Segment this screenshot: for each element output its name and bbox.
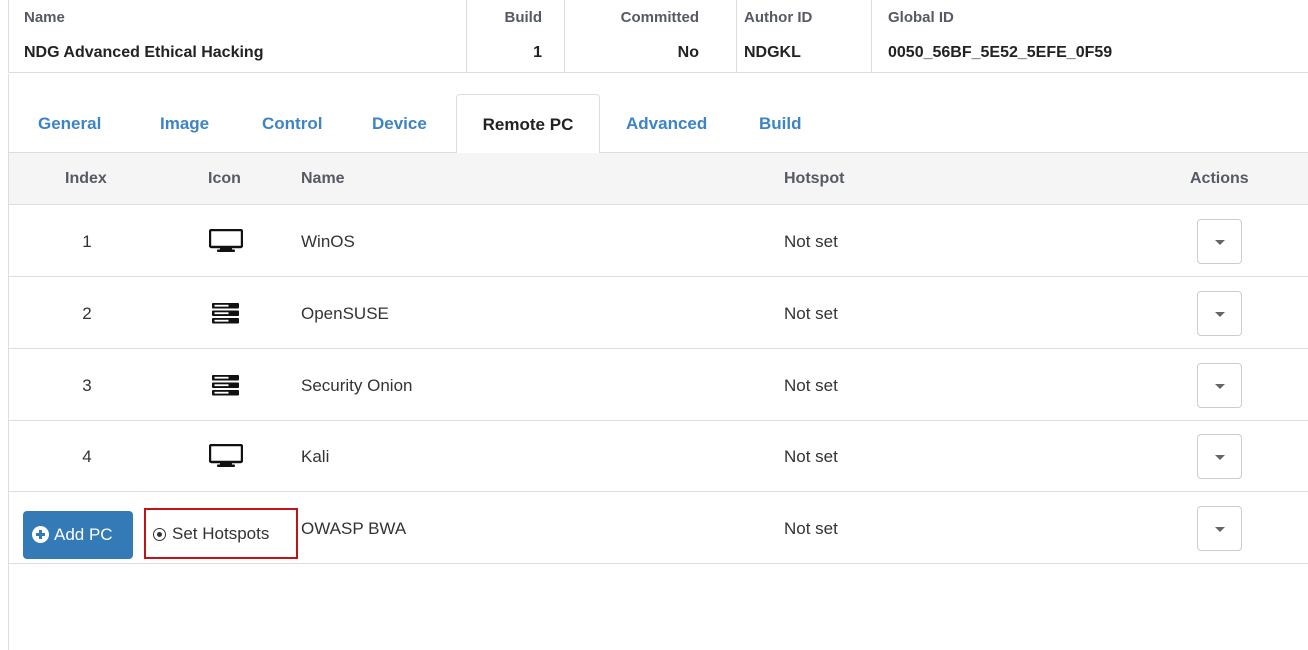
table-row: 1 WinOS Not set xyxy=(9,206,1308,277)
tab-build[interactable]: Build xyxy=(759,94,802,153)
row-actions-dropdown[interactable] xyxy=(1197,506,1242,551)
row-hotspot: Not set xyxy=(784,376,838,395)
row-index: 3 xyxy=(82,376,92,395)
tab-image[interactable]: Image xyxy=(160,94,209,153)
summary-build-column: Build 1 xyxy=(467,0,565,73)
grid-header-icon: Icon xyxy=(208,170,241,187)
table-row: 3 Security Onion Not set xyxy=(9,350,1308,421)
row-actions-dropdown[interactable] xyxy=(1197,291,1242,336)
tab-general[interactable]: General xyxy=(38,94,101,153)
summary-author-value: NDGKL xyxy=(744,44,801,61)
row-hotspot: Not set xyxy=(784,304,838,323)
caret-down-icon xyxy=(1215,384,1225,389)
row-hotspot: Not set xyxy=(784,232,838,251)
row-actions-dropdown[interactable] xyxy=(1197,219,1242,264)
summary-author-column: Author ID NDGKL xyxy=(737,0,872,73)
tab-remote-pc[interactable]: Remote PC xyxy=(456,94,600,154)
remote-pc-panel: General Image Control Device Remote PC A… xyxy=(8,74,1308,650)
tab-advanced[interactable]: Advanced xyxy=(626,94,707,153)
summary-build-value: 1 xyxy=(533,44,542,61)
summary-name-header: Name xyxy=(24,9,65,26)
summary-global-value: 0050_56BF_5E52_5EFE_0F59 xyxy=(888,44,1113,61)
grid-header-name: Name xyxy=(301,170,345,187)
row-actions-dropdown[interactable] xyxy=(1197,434,1242,479)
row-index: 4 xyxy=(82,447,92,466)
summary-name-value: NDG Advanced Ethical Hacking xyxy=(24,44,264,61)
caret-down-icon xyxy=(1215,527,1225,532)
grid-header-hotspot: Hotspot xyxy=(784,170,845,187)
server-icon xyxy=(209,373,243,397)
tab-control[interactable]: Control xyxy=(262,94,322,153)
row-name: OWASP BWA xyxy=(301,519,407,538)
row-name: WinOS xyxy=(301,232,355,251)
tab-bar: General Image Control Device Remote PC A… xyxy=(9,94,1308,154)
grid-header-row: Index Icon Name Hotspot Actions xyxy=(9,153,1308,205)
desktop-icon xyxy=(208,228,244,253)
row-hotspot: Not set xyxy=(784,447,838,466)
lab-summary-table: Name NDG Advanced Ethical Hacking Build … xyxy=(8,0,1308,73)
summary-author-header: Author ID xyxy=(744,9,813,26)
caret-down-icon xyxy=(1215,455,1225,460)
row-name: OpenSUSE xyxy=(301,304,389,323)
grid-header-index: Index xyxy=(65,170,107,187)
row-index: 2 xyxy=(82,304,92,323)
summary-name-column: Name NDG Advanced Ethical Hacking xyxy=(9,0,467,73)
row-name: Kali xyxy=(301,447,330,466)
tab-device[interactable]: Device xyxy=(372,94,427,153)
row-actions-dropdown[interactable] xyxy=(1197,363,1242,408)
set-hotspots-label: Set Hotspots xyxy=(172,524,270,543)
summary-committed-value: No xyxy=(677,44,699,61)
server-icon xyxy=(209,301,243,325)
table-row: 2 OpenSUSE Not set xyxy=(9,278,1308,349)
grid-header-actions: Actions xyxy=(1190,170,1249,187)
add-pc-label: Add PC xyxy=(54,525,113,544)
summary-global-header: Global ID xyxy=(888,9,954,26)
summary-global-column: Global ID 0050_56BF_5E52_5EFE_0F59 xyxy=(872,0,1308,73)
row-name: Security Onion xyxy=(301,376,413,395)
caret-down-icon xyxy=(1215,312,1225,317)
row-index: 1 xyxy=(82,232,92,251)
target-icon xyxy=(153,528,166,541)
caret-down-icon xyxy=(1215,240,1225,245)
summary-committed-header: Committed xyxy=(620,9,699,26)
summary-committed-column: Committed No xyxy=(565,0,737,73)
desktop-icon xyxy=(208,443,244,468)
summary-build-header: Build xyxy=(504,9,543,26)
plus-circle-icon xyxy=(32,526,49,543)
set-hotspots-button[interactable]: Set Hotspots xyxy=(144,508,298,559)
table-row: 4 Kali Not set xyxy=(9,421,1308,492)
add-pc-button[interactable]: Add PC xyxy=(23,511,133,559)
row-hotspot: Not set xyxy=(784,519,838,538)
